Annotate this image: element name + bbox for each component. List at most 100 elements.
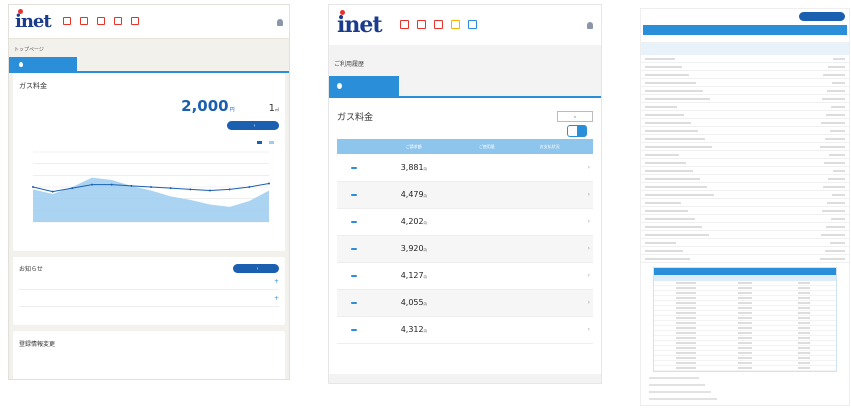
table-row[interactable]: 4,202円 › (337, 208, 593, 236)
table-row[interactable]: 3,881円 › (337, 154, 593, 182)
toggle-list[interactable] (568, 126, 577, 136)
back-button[interactable] (799, 11, 845, 21)
person-icon (587, 22, 593, 29)
status-badge (351, 329, 358, 331)
subtable-row (654, 366, 836, 371)
detail-row (641, 71, 849, 79)
nav-item[interactable] (79, 17, 88, 26)
row-usage (458, 316, 515, 344)
chevron-right-icon[interactable]: › (584, 154, 593, 182)
document-icon (79, 17, 88, 25)
detail-total (641, 43, 849, 55)
gas-summary-card: ガス料金 2,000 円 1㎥ › (13, 73, 285, 251)
chevron-right-icon[interactable]: › (584, 208, 593, 236)
home-icon (62, 17, 71, 25)
person-icon (130, 17, 139, 25)
row-amount: 4,055円 (368, 289, 459, 317)
detail-row (641, 87, 849, 95)
status-badge (351, 221, 358, 223)
news-header: お知らせ › (19, 264, 279, 273)
plus-icon[interactable]: + (274, 278, 279, 285)
news-item[interactable]: + (19, 290, 279, 307)
series-point (189, 188, 192, 191)
chevron-right-icon[interactable]: › (584, 262, 593, 290)
detail-row (641, 207, 849, 215)
gas-summary-row: 2,000 円 1㎥ (19, 97, 279, 115)
row-status (514, 316, 585, 344)
nav-item[interactable] (96, 17, 105, 26)
nav-item[interactable] (433, 20, 443, 30)
row-status (514, 154, 585, 182)
chart-svg (32, 151, 270, 223)
status-badge (351, 248, 358, 250)
global-nav (62, 17, 139, 26)
series-point (150, 186, 152, 188)
bill-detail-screenshot (640, 8, 850, 406)
column-header (337, 139, 369, 154)
detail-row (641, 167, 849, 175)
news-list-button[interactable]: › (233, 264, 279, 273)
chevron-right-icon[interactable]: › (584, 181, 593, 209)
detail-row (641, 63, 849, 71)
row-amount: 4,479円 (368, 181, 459, 209)
chevron-right-icon[interactable]: › (584, 289, 593, 317)
chevron-right-icon: › (256, 265, 259, 272)
row-month (337, 289, 369, 317)
tab-gas[interactable] (329, 76, 399, 96)
row-usage (458, 262, 515, 290)
row-status (514, 289, 585, 317)
detail-row (641, 231, 849, 239)
series-point (169, 187, 172, 190)
period-select[interactable]: ▾ (557, 111, 593, 122)
detail-row (641, 111, 849, 119)
detail-row (641, 175, 849, 183)
series-point (51, 190, 54, 193)
nav-item[interactable] (130, 17, 139, 26)
table-row[interactable]: 4,312円 › (337, 316, 593, 344)
news-item[interactable]: + (19, 273, 279, 290)
tab-gas[interactable] (9, 57, 77, 71)
view-toggle[interactable] (567, 125, 587, 137)
detail-row (641, 247, 849, 255)
brand-logo[interactable]: inet (15, 9, 52, 32)
detail-row (641, 79, 849, 87)
gas-usage: 1㎥ (268, 103, 279, 114)
nav-item[interactable] (399, 20, 409, 30)
header: inet (9, 5, 289, 39)
chevron-right-icon[interactable]: › (584, 235, 593, 263)
usage-history-screenshot: inet ご利用履歴 ガス料金 ▾ ご請求額 ご使用量 お支払状況 3,881円… (328, 4, 602, 384)
user-menu[interactable] (277, 18, 283, 26)
table-row[interactable]: 4,127円 › (337, 262, 593, 290)
detail-topbar (641, 9, 849, 23)
row-status (514, 208, 585, 236)
column-header: ご請求額 (368, 139, 459, 154)
registration-card: 登録情報変更 (13, 331, 285, 379)
table-row[interactable]: 4,055円 › (337, 289, 593, 317)
nav-item[interactable] (62, 17, 71, 26)
nav-item[interactable] (416, 20, 426, 30)
plus-icon[interactable]: + (274, 295, 279, 302)
status-badge (351, 275, 358, 277)
chevron-right-icon[interactable]: › (584, 316, 593, 344)
nav-icon (450, 20, 460, 29)
flame-icon (337, 83, 342, 89)
detail-row (641, 183, 849, 191)
detail-row (641, 143, 849, 151)
series-point (268, 182, 270, 185)
user-menu[interactable] (587, 21, 593, 29)
table-row[interactable]: 4,479円 › (337, 181, 593, 209)
detail-row (641, 35, 849, 43)
nav-item[interactable] (467, 20, 477, 30)
detail-row (641, 103, 849, 111)
nav-item[interactable] (450, 20, 460, 30)
detail-banner (643, 25, 847, 35)
series-point (130, 184, 133, 187)
brand-logo[interactable]: inet (337, 10, 383, 38)
usage-detail-button[interactable]: › (227, 121, 279, 130)
table-row[interactable]: 3,920円 › (337, 235, 593, 263)
toggle-chart[interactable] (577, 126, 586, 136)
row-amount: 4,312円 (368, 316, 459, 344)
detail-row (641, 255, 849, 263)
nav-item[interactable] (113, 17, 122, 26)
detail-row (641, 199, 849, 207)
